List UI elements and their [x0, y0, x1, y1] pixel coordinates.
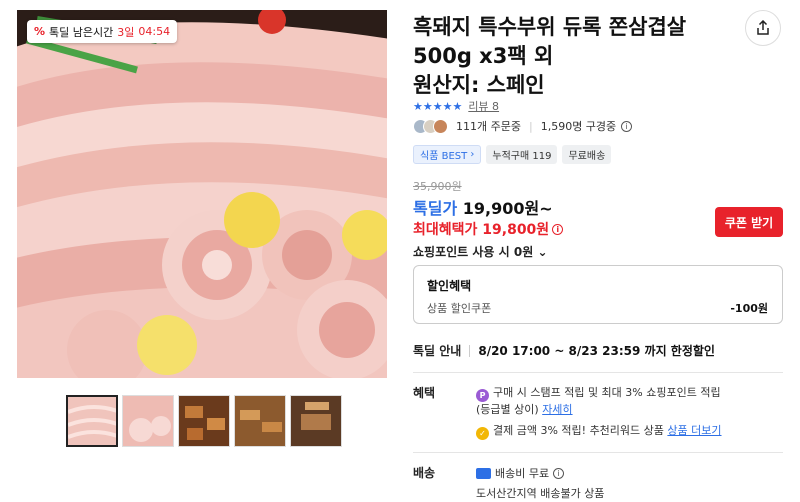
truck-icon: [476, 467, 491, 479]
deal-guide-row: 톡딜 안내 8/20 17:00 ~ 8/23 23:59 까지 한정할인: [413, 342, 715, 359]
benefit-stamp: P 구매 시 스탬프 적립 및 최대 3% 쇼핑포인트 적립 (등급별 상이) 자…: [476, 386, 721, 416]
tag-cumulative: 누적구매 119: [486, 145, 558, 164]
more-products-link[interactable]: 상품 더보기: [667, 424, 721, 437]
max-benefit-text: 최대혜택가 19,800원: [413, 222, 550, 238]
title-line: 원산지: 스페인: [413, 73, 545, 97]
star-rating-icon: ★★★★★: [413, 99, 463, 113]
thumbnail-strip: [66, 395, 342, 447]
tag-free-shipping: 무료배송: [562, 145, 612, 164]
shipping-fee: 배송비 무료 i: [476, 465, 565, 481]
deal-guide-value: 8/20 17:00 ~ 8/23 23:59 까지 한정할인: [478, 344, 715, 358]
share-button[interactable]: [745, 10, 781, 46]
thumbnail-3[interactable]: [178, 395, 230, 447]
benefit-label: 혜택: [413, 386, 436, 400]
thumbnail-4[interactable]: [234, 395, 286, 447]
shipping-note: 도서산간지역 배송불가 상품: [476, 487, 605, 500]
timer-label: 톡딜 남은시간: [49, 25, 114, 39]
thumbnail-1[interactable]: [66, 395, 118, 447]
discount-title: 할인혜택: [427, 279, 472, 293]
divider: [469, 344, 471, 357]
avatar: [433, 118, 448, 134]
percent-icon: %: [34, 25, 46, 38]
points-text: 쇼핑포인트 사용 시 0원: [413, 245, 534, 259]
shipping-label: 배송: [413, 466, 436, 480]
deal-price-value: 19,900원~: [462, 199, 553, 218]
original-price: 35,900원: [413, 180, 462, 193]
reward-coin-icon: ✓: [476, 427, 489, 440]
divider: |: [528, 119, 533, 133]
buyer-avatars: [413, 118, 448, 134]
review-link[interactable]: 리뷰 8: [468, 98, 499, 114]
divider: [413, 372, 783, 373]
thumbnail-2[interactable]: [122, 395, 174, 447]
timer-days: 3일: [117, 25, 135, 39]
deal-guide-label: 톡딜 안내: [413, 344, 462, 358]
chevron-down-icon: ⌄: [537, 245, 548, 259]
discount-value: -100원: [730, 302, 768, 315]
benefit-reward: ✓ 결제 금액 3% 적립! 추천리워드 상품 상품 더보기: [476, 422, 722, 440]
timer-time: 04:54: [138, 25, 171, 38]
title-line: 흑돼지 특수부위 듀록 쫀삼겹살: [413, 15, 687, 39]
point-coin-icon: P: [476, 389, 489, 402]
max-benefit-price: 최대혜택가 19,800원 i: [413, 219, 564, 239]
share-icon: [757, 20, 769, 35]
info-icon[interactable]: i: [553, 467, 565, 479]
shopping-points-toggle[interactable]: 쇼핑포인트 사용 시 0원 ⌄: [413, 243, 548, 260]
coupon-button[interactable]: 쿠폰 받기: [715, 207, 783, 237]
orders-row: 111개 주문중 | 1,590명 구경중 i: [413, 118, 633, 134]
rating-row: ★★★★★ 리뷰 8: [413, 98, 499, 114]
thumbnail-5[interactable]: [290, 395, 342, 447]
title-line: 500g x3팩 외: [413, 44, 554, 68]
info-icon[interactable]: i: [621, 120, 633, 132]
divider: [413, 452, 783, 453]
ordering-count: 111개 주문중: [456, 120, 521, 133]
details-link[interactable]: 자세히: [542, 403, 572, 416]
discount-name: 상품 할인쿠폰: [427, 302, 492, 315]
tag-list: 식품 BEST › 누적구매 119 무료배송: [413, 145, 612, 164]
viewer-count: 1,590명 구경중: [540, 120, 617, 133]
product-title: 흑돼지 특수부위 듀록 쫀삼겹살 500g x3팩 외 원산지: 스페인: [413, 13, 733, 100]
discount-box: 할인혜택 상품 할인쿠폰 -100원: [413, 265, 783, 324]
deal-price: 톡딜가 19,900원~: [413, 195, 553, 219]
deal-timer-badge: % 톡딜 남은시간 3일 04:54: [27, 20, 178, 43]
deal-price-label: 톡딜가: [413, 199, 458, 218]
tag-food-best[interactable]: 식품 BEST ›: [413, 145, 482, 164]
info-icon[interactable]: i: [552, 223, 564, 235]
product-main-image[interactable]: [17, 10, 387, 378]
